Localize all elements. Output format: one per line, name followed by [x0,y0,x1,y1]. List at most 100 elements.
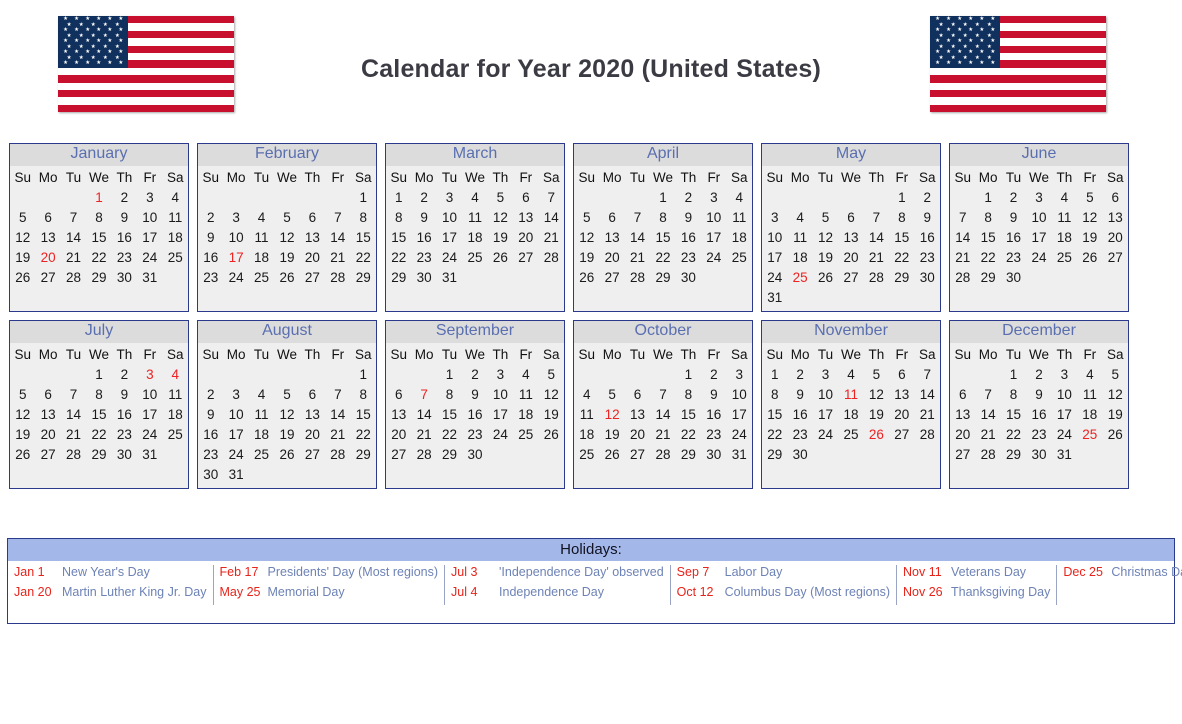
day-cell[interactable]: 10 [223,404,248,424]
day-cell[interactable]: 30 [198,464,223,484]
day-cell[interactable]: 30 [112,267,137,287]
day-cell[interactable]: 31 [437,267,462,287]
day-cell[interactable]: 30 [787,444,812,464]
day-cell[interactable]: 14 [411,404,436,424]
day-cell[interactable]: 27 [889,424,914,444]
day-cell[interactable]: 20 [599,247,624,267]
day-cell[interactable]: 29 [437,444,462,464]
day-cell[interactable]: 1 [386,187,411,207]
day-cell[interactable]: 3 [1026,187,1051,207]
day-cell[interactable]: 29 [889,267,914,287]
day-cell[interactable]: 10 [437,207,462,227]
day-cell[interactable]: 28 [61,444,86,464]
day-cell[interactable]: 28 [325,444,350,464]
day-cell[interactable]: 23 [915,247,940,267]
day-cell[interactable]: 31 [1052,444,1077,464]
day-cell[interactable]: 18 [249,247,274,267]
day-cell[interactable]: 26 [488,247,513,267]
day-cell[interactable]: 15 [889,227,914,247]
day-cell[interactable]: 25 [838,424,863,444]
holiday-day-cell[interactable]: 1 [86,187,111,207]
day-cell[interactable]: 14 [864,227,889,247]
day-cell[interactable]: 26 [599,444,624,464]
day-cell[interactable]: 27 [838,267,863,287]
day-cell[interactable]: 13 [386,404,411,424]
day-cell[interactable]: 24 [762,267,787,287]
day-cell[interactable]: 23 [1001,247,1026,267]
day-cell[interactable]: 30 [676,267,701,287]
day-cell[interactable]: 18 [1077,404,1102,424]
day-cell[interactable]: 28 [975,444,1000,464]
day-cell[interactable]: 23 [701,424,726,444]
day-cell[interactable]: 29 [386,267,411,287]
day-cell[interactable]: 19 [488,227,513,247]
day-cell[interactable]: 12 [864,384,889,404]
day-cell[interactable]: 17 [137,227,162,247]
day-cell[interactable]: 14 [61,404,86,424]
day-cell[interactable]: 21 [61,424,86,444]
day-cell[interactable]: 14 [650,404,675,424]
day-cell[interactable]: 3 [488,364,513,384]
day-cell[interactable]: 29 [676,444,701,464]
day-cell[interactable]: 1 [351,187,376,207]
day-cell[interactable]: 2 [462,364,487,384]
day-cell[interactable]: 23 [112,424,137,444]
day-cell[interactable]: 19 [10,247,35,267]
holiday-day-cell[interactable]: 25 [787,267,812,287]
day-cell[interactable]: 9 [112,384,137,404]
day-cell[interactable]: 3 [727,364,752,384]
day-cell[interactable]: 16 [462,404,487,424]
day-cell[interactable]: 22 [386,247,411,267]
day-cell[interactable]: 27 [950,444,975,464]
day-cell[interactable]: 11 [574,404,599,424]
day-cell[interactable]: 8 [975,207,1000,227]
day-cell[interactable]: 10 [1052,384,1077,404]
day-cell[interactable]: 18 [1052,227,1077,247]
day-cell[interactable]: 7 [950,207,975,227]
day-cell[interactable]: 12 [274,404,299,424]
day-cell[interactable]: 2 [676,187,701,207]
day-cell[interactable]: 13 [300,404,325,424]
day-cell[interactable]: 28 [625,267,650,287]
day-cell[interactable]: 29 [975,267,1000,287]
day-cell[interactable]: 16 [198,247,223,267]
day-cell[interactable]: 5 [274,207,299,227]
day-cell[interactable]: 2 [112,364,137,384]
day-cell[interactable]: 17 [762,247,787,267]
day-cell[interactable]: 9 [198,404,223,424]
day-cell[interactable]: 24 [437,247,462,267]
day-cell[interactable]: 9 [1001,207,1026,227]
day-cell[interactable]: 20 [1103,227,1128,247]
day-cell[interactable]: 4 [249,207,274,227]
day-cell[interactable]: 14 [915,384,940,404]
day-cell[interactable]: 23 [787,424,812,444]
day-cell[interactable]: 8 [351,207,376,227]
day-cell[interactable]: 12 [574,227,599,247]
holiday-entry[interactable]: Nov 26 Thanksgiving Day [903,585,1050,605]
day-cell[interactable]: 22 [351,247,376,267]
day-cell[interactable]: 12 [488,207,513,227]
day-cell[interactable]: 26 [1077,247,1102,267]
day-cell[interactable]: 16 [787,404,812,424]
day-cell[interactable]: 29 [351,267,376,287]
day-cell[interactable]: 27 [1103,247,1128,267]
day-cell[interactable]: 1 [676,364,701,384]
day-cell[interactable]: 6 [35,207,60,227]
day-cell[interactable]: 13 [513,207,538,227]
day-cell[interactable]: 27 [513,247,538,267]
day-cell[interactable]: 9 [1026,384,1051,404]
day-cell[interactable]: 24 [813,424,838,444]
day-cell[interactable]: 16 [112,227,137,247]
day-cell[interactable]: 25 [1052,247,1077,267]
day-cell[interactable]: 11 [249,404,274,424]
day-cell[interactable]: 10 [223,227,248,247]
day-cell[interactable]: 16 [676,227,701,247]
day-cell[interactable]: 31 [762,287,787,307]
day-cell[interactable]: 22 [86,424,111,444]
day-cell[interactable]: 20 [950,424,975,444]
holiday-day-cell[interactable]: 26 [864,424,889,444]
day-cell[interactable]: 2 [701,364,726,384]
day-cell[interactable]: 19 [10,424,35,444]
day-cell[interactable]: 11 [163,207,188,227]
day-cell[interactable]: 23 [462,424,487,444]
